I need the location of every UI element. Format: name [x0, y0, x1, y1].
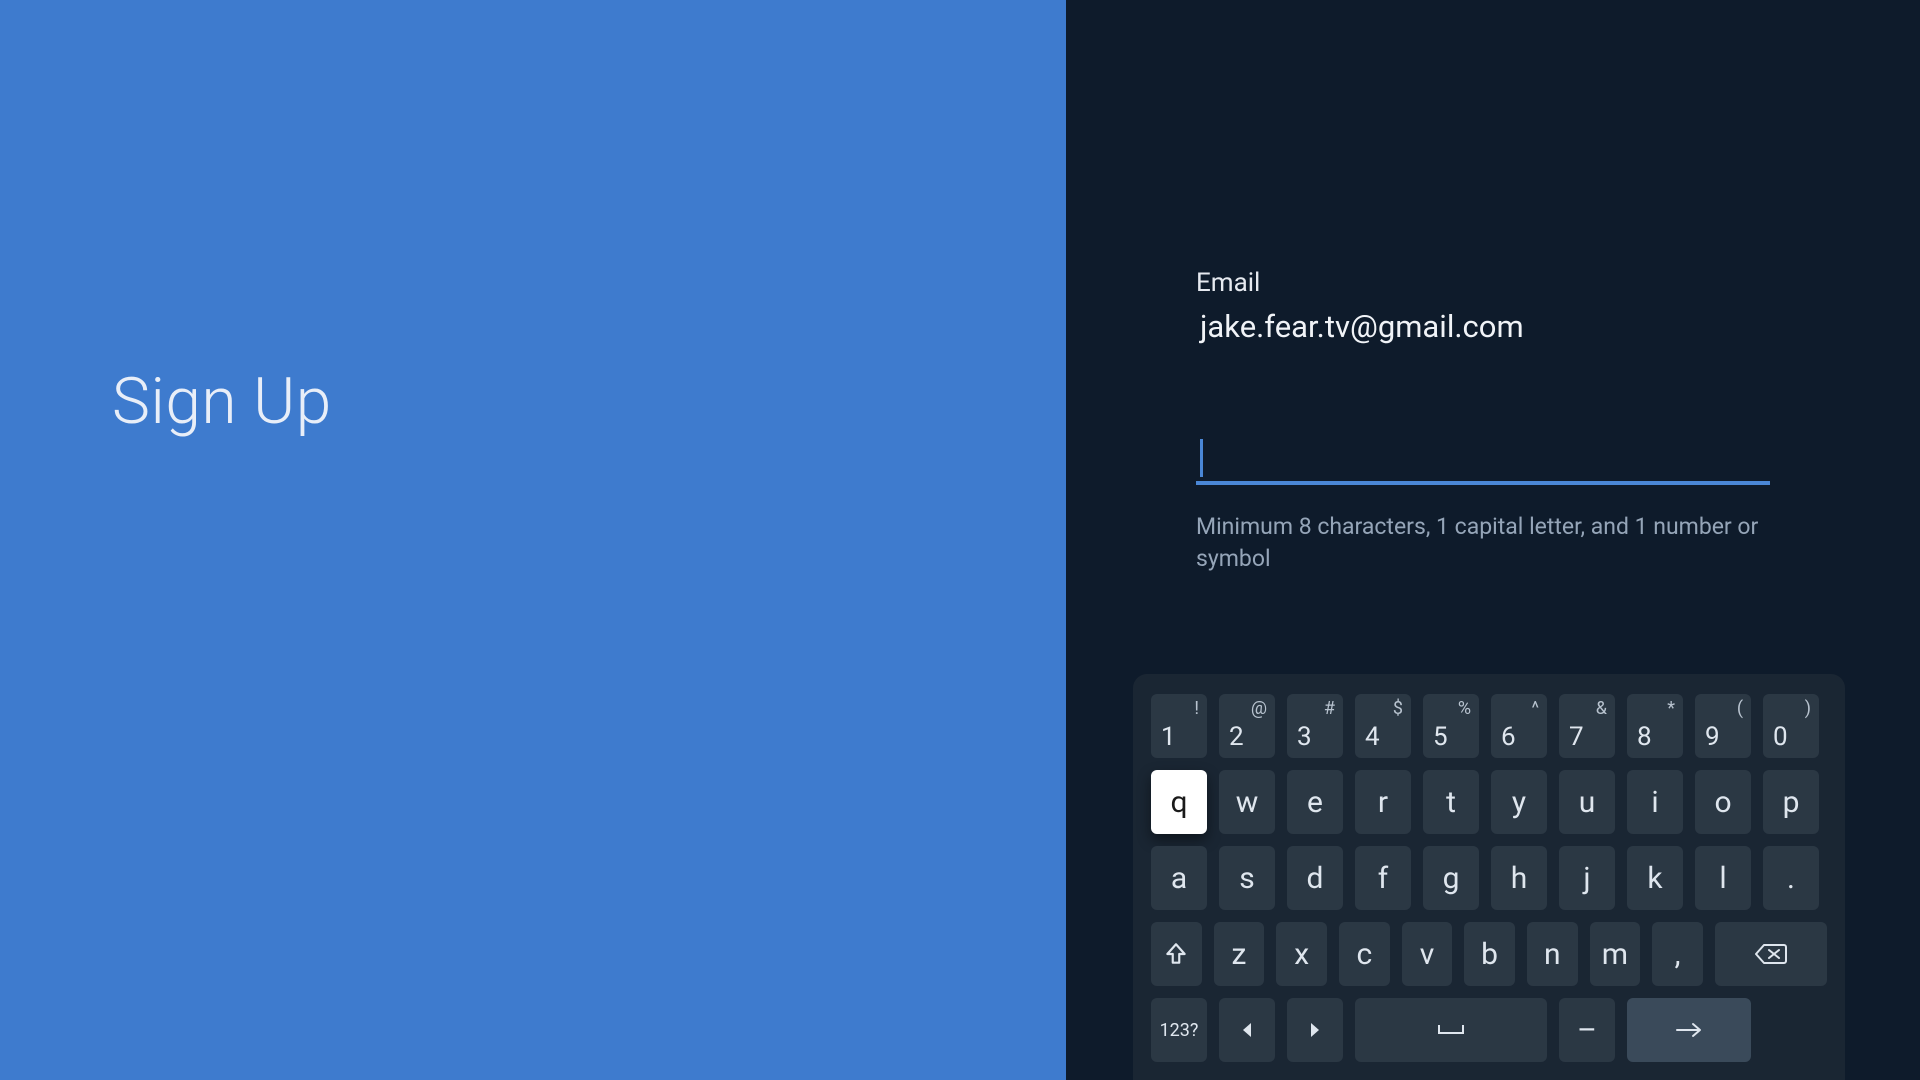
email-label: Email — [1196, 268, 1770, 298]
password-input[interactable] — [1196, 437, 1770, 485]
keyboard-row-numbers: 1! 2@ 3# 4$ 5% 6^ 7& 8* 9( 0) — [1151, 694, 1827, 758]
text-caret — [1200, 439, 1203, 477]
key-n[interactable]: n — [1527, 922, 1578, 986]
key-9[interactable]: 9( — [1695, 694, 1751, 758]
key-e[interactable]: e — [1287, 770, 1343, 834]
key-g[interactable]: g — [1423, 846, 1479, 910]
key-backspace[interactable] — [1715, 922, 1827, 986]
page-title: Sign Up — [112, 364, 332, 439]
key-dash[interactable]: – — [1559, 998, 1615, 1062]
key-j[interactable]: j — [1559, 846, 1615, 910]
arrow-left-icon — [1240, 1021, 1254, 1039]
key-r[interactable]: r — [1355, 770, 1411, 834]
backspace-icon — [1754, 941, 1788, 967]
key-enter[interactable] — [1627, 998, 1751, 1062]
key-space[interactable] — [1355, 998, 1547, 1062]
key-s[interactable]: s — [1219, 846, 1275, 910]
app-root: Sign Up Email jake.fear.tv@gmail.com Min… — [0, 0, 1920, 1080]
password-hint: Minimum 8 characters, 1 capital letter, … — [1196, 511, 1770, 575]
key-7[interactable]: 7& — [1559, 694, 1615, 758]
key-l[interactable]: l — [1695, 846, 1751, 910]
key-y[interactable]: y — [1491, 770, 1547, 834]
keyboard-row-q: q w e r t y u i o p — [1151, 770, 1827, 834]
key-3[interactable]: 3# — [1287, 694, 1343, 758]
key-cursor-left[interactable] — [1219, 998, 1275, 1062]
left-panel: Sign Up — [0, 0, 1066, 1080]
key-t[interactable]: t — [1423, 770, 1479, 834]
key-i[interactable]: i — [1627, 770, 1683, 834]
signup-form: Email jake.fear.tv@gmail.com Minimum 8 c… — [1196, 268, 1770, 575]
onscreen-keyboard: 1! 2@ 3# 4$ 5% 6^ 7& 8* 9( 0) q w e r t … — [1133, 674, 1845, 1080]
key-m[interactable]: m — [1590, 922, 1641, 986]
key-2[interactable]: 2@ — [1219, 694, 1275, 758]
key-shift[interactable] — [1151, 922, 1202, 986]
key-a[interactable]: a — [1151, 846, 1207, 910]
key-w[interactable]: w — [1219, 770, 1275, 834]
key-v[interactable]: v — [1402, 922, 1453, 986]
key-k[interactable]: k — [1627, 846, 1683, 910]
key-6[interactable]: 6^ — [1491, 694, 1547, 758]
key-c[interactable]: c — [1339, 922, 1390, 986]
key-cursor-right[interactable] — [1287, 998, 1343, 1062]
key-mode-toggle[interactable]: 123? — [1151, 998, 1207, 1062]
key-5[interactable]: 5% — [1423, 694, 1479, 758]
key-q[interactable]: q — [1151, 770, 1207, 834]
key-8[interactable]: 8* — [1627, 694, 1683, 758]
key-0[interactable]: 0) — [1763, 694, 1819, 758]
key-x[interactable]: x — [1276, 922, 1327, 986]
right-panel: Email jake.fear.tv@gmail.com Minimum 8 c… — [1066, 0, 1920, 1080]
key-comma[interactable]: , — [1652, 922, 1703, 986]
space-icon — [1436, 1022, 1466, 1038]
email-value[interactable]: jake.fear.tv@gmail.com — [1196, 308, 1770, 345]
key-z[interactable]: z — [1214, 922, 1265, 986]
key-p[interactable]: p — [1763, 770, 1819, 834]
shift-icon — [1163, 941, 1189, 967]
key-o[interactable]: o — [1695, 770, 1751, 834]
key-h[interactable]: h — [1491, 846, 1547, 910]
keyboard-row-a: a s d f g h j k l . — [1151, 846, 1827, 910]
key-d[interactable]: d — [1287, 846, 1343, 910]
key-4[interactable]: 4$ — [1355, 694, 1411, 758]
key-f[interactable]: f — [1355, 846, 1411, 910]
key-u[interactable]: u — [1559, 770, 1615, 834]
arrow-right-icon — [1308, 1021, 1322, 1039]
arrow-right-long-icon — [1673, 1020, 1705, 1040]
keyboard-row-bottom: 123? – — [1151, 998, 1827, 1062]
key-1[interactable]: 1! — [1151, 694, 1207, 758]
key-period[interactable]: . — [1763, 846, 1819, 910]
keyboard-row-z: z x c v b n m , — [1151, 922, 1827, 986]
key-b[interactable]: b — [1464, 922, 1515, 986]
